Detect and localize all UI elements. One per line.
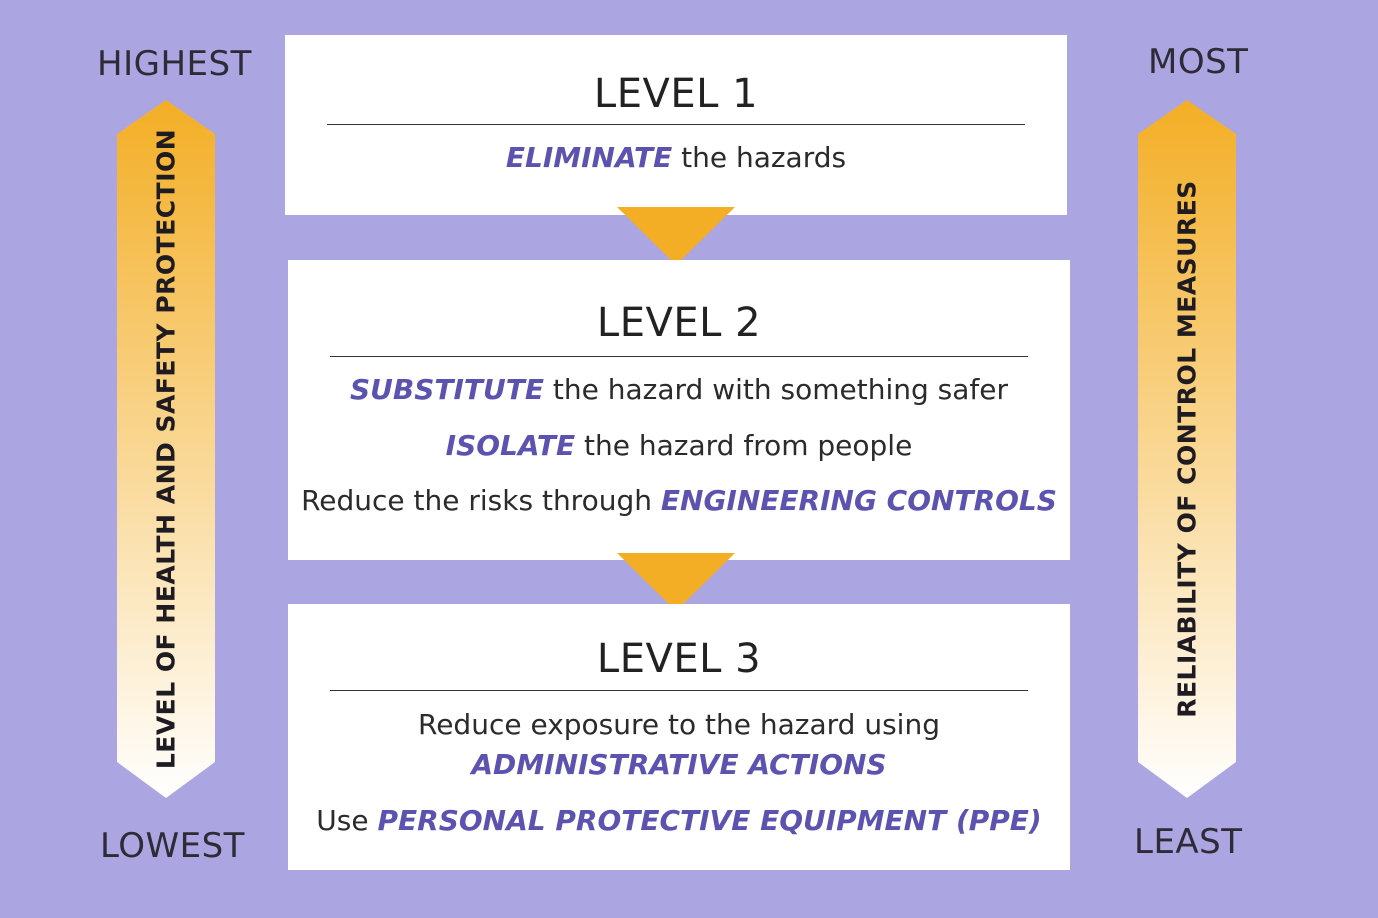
level-2-line-2: ISOLATE the hazard from people [288, 429, 1070, 462]
level-2-line-1-text: the hazard with something safer [544, 373, 1008, 406]
level-3-box: LEVEL 3 Reduce exposure to the hazard us… [288, 604, 1070, 870]
level-2-line-2-emphasis: ISOLATE [445, 429, 576, 462]
level-3-line-1: Reduce exposure to the hazard using [288, 708, 1070, 741]
level-3-line-3-emphasis: PERSONAL PROTECTIVE EQUIPMENT (PPE) [377, 804, 1042, 837]
right-bottom-label: LEAST [1134, 822, 1243, 862]
level-3-divider [330, 690, 1028, 691]
level-2-line-3: Reduce the risks through ENGINEERING CON… [288, 484, 1070, 517]
level-3-title: LEVEL 3 [596, 636, 762, 682]
level-1-box: LEVEL 1 ELIMINATE the hazards [285, 35, 1067, 215]
level-2-line-1: SUBSTITUTE the hazard with something saf… [288, 373, 1070, 406]
left-top-label: HIGHEST [97, 44, 252, 84]
left-arrow-text: LEVEL OF HEALTH AND SAFETY PROTECTION [151, 128, 181, 770]
level-1-line-1: ELIMINATE the hazards [285, 141, 1067, 174]
level-2-line-1-emphasis: SUBSTITUTE [350, 373, 544, 406]
right-top-label: MOST [1148, 42, 1249, 82]
level-3-line-1-text: Reduce exposure to the hazard using [418, 708, 940, 741]
level-1-line-1-text: the hazards [672, 141, 847, 174]
level-3-line-2-emphasis: ADMINISTRATIVE ACTIONS [471, 748, 887, 781]
level-3-line-3-text: Use [316, 804, 378, 837]
level-2-line-3-emphasis: ENGINEERING CONTROLS [660, 484, 1057, 517]
level-2-line-3-text: Reduce the risks through [301, 484, 661, 517]
level-1-title: LEVEL 1 [593, 71, 759, 117]
level-1-line-1-emphasis: ELIMINATE [505, 141, 673, 174]
left-bottom-label: LOWEST [100, 826, 245, 866]
down-arrow-level-2-to-3 [617, 553, 735, 611]
level-2-divider [330, 356, 1028, 357]
level-2-box: LEVEL 2 SUBSTITUTE the hazard with somet… [288, 260, 1070, 560]
down-arrow-level-1-to-2 [617, 207, 735, 265]
level-1-divider [327, 124, 1025, 125]
level-2-title: LEVEL 2 [596, 300, 762, 346]
right-arrow-text: RELIABILITY OF CONTROL MEASURES [1172, 180, 1202, 718]
level-3-line-2: ADMINISTRATIVE ACTIONS [288, 748, 1070, 781]
level-3-line-3: Use PERSONAL PROTECTIVE EQUIPMENT (PPE) [288, 804, 1070, 837]
level-2-line-2-text: the hazard from people [575, 429, 913, 462]
